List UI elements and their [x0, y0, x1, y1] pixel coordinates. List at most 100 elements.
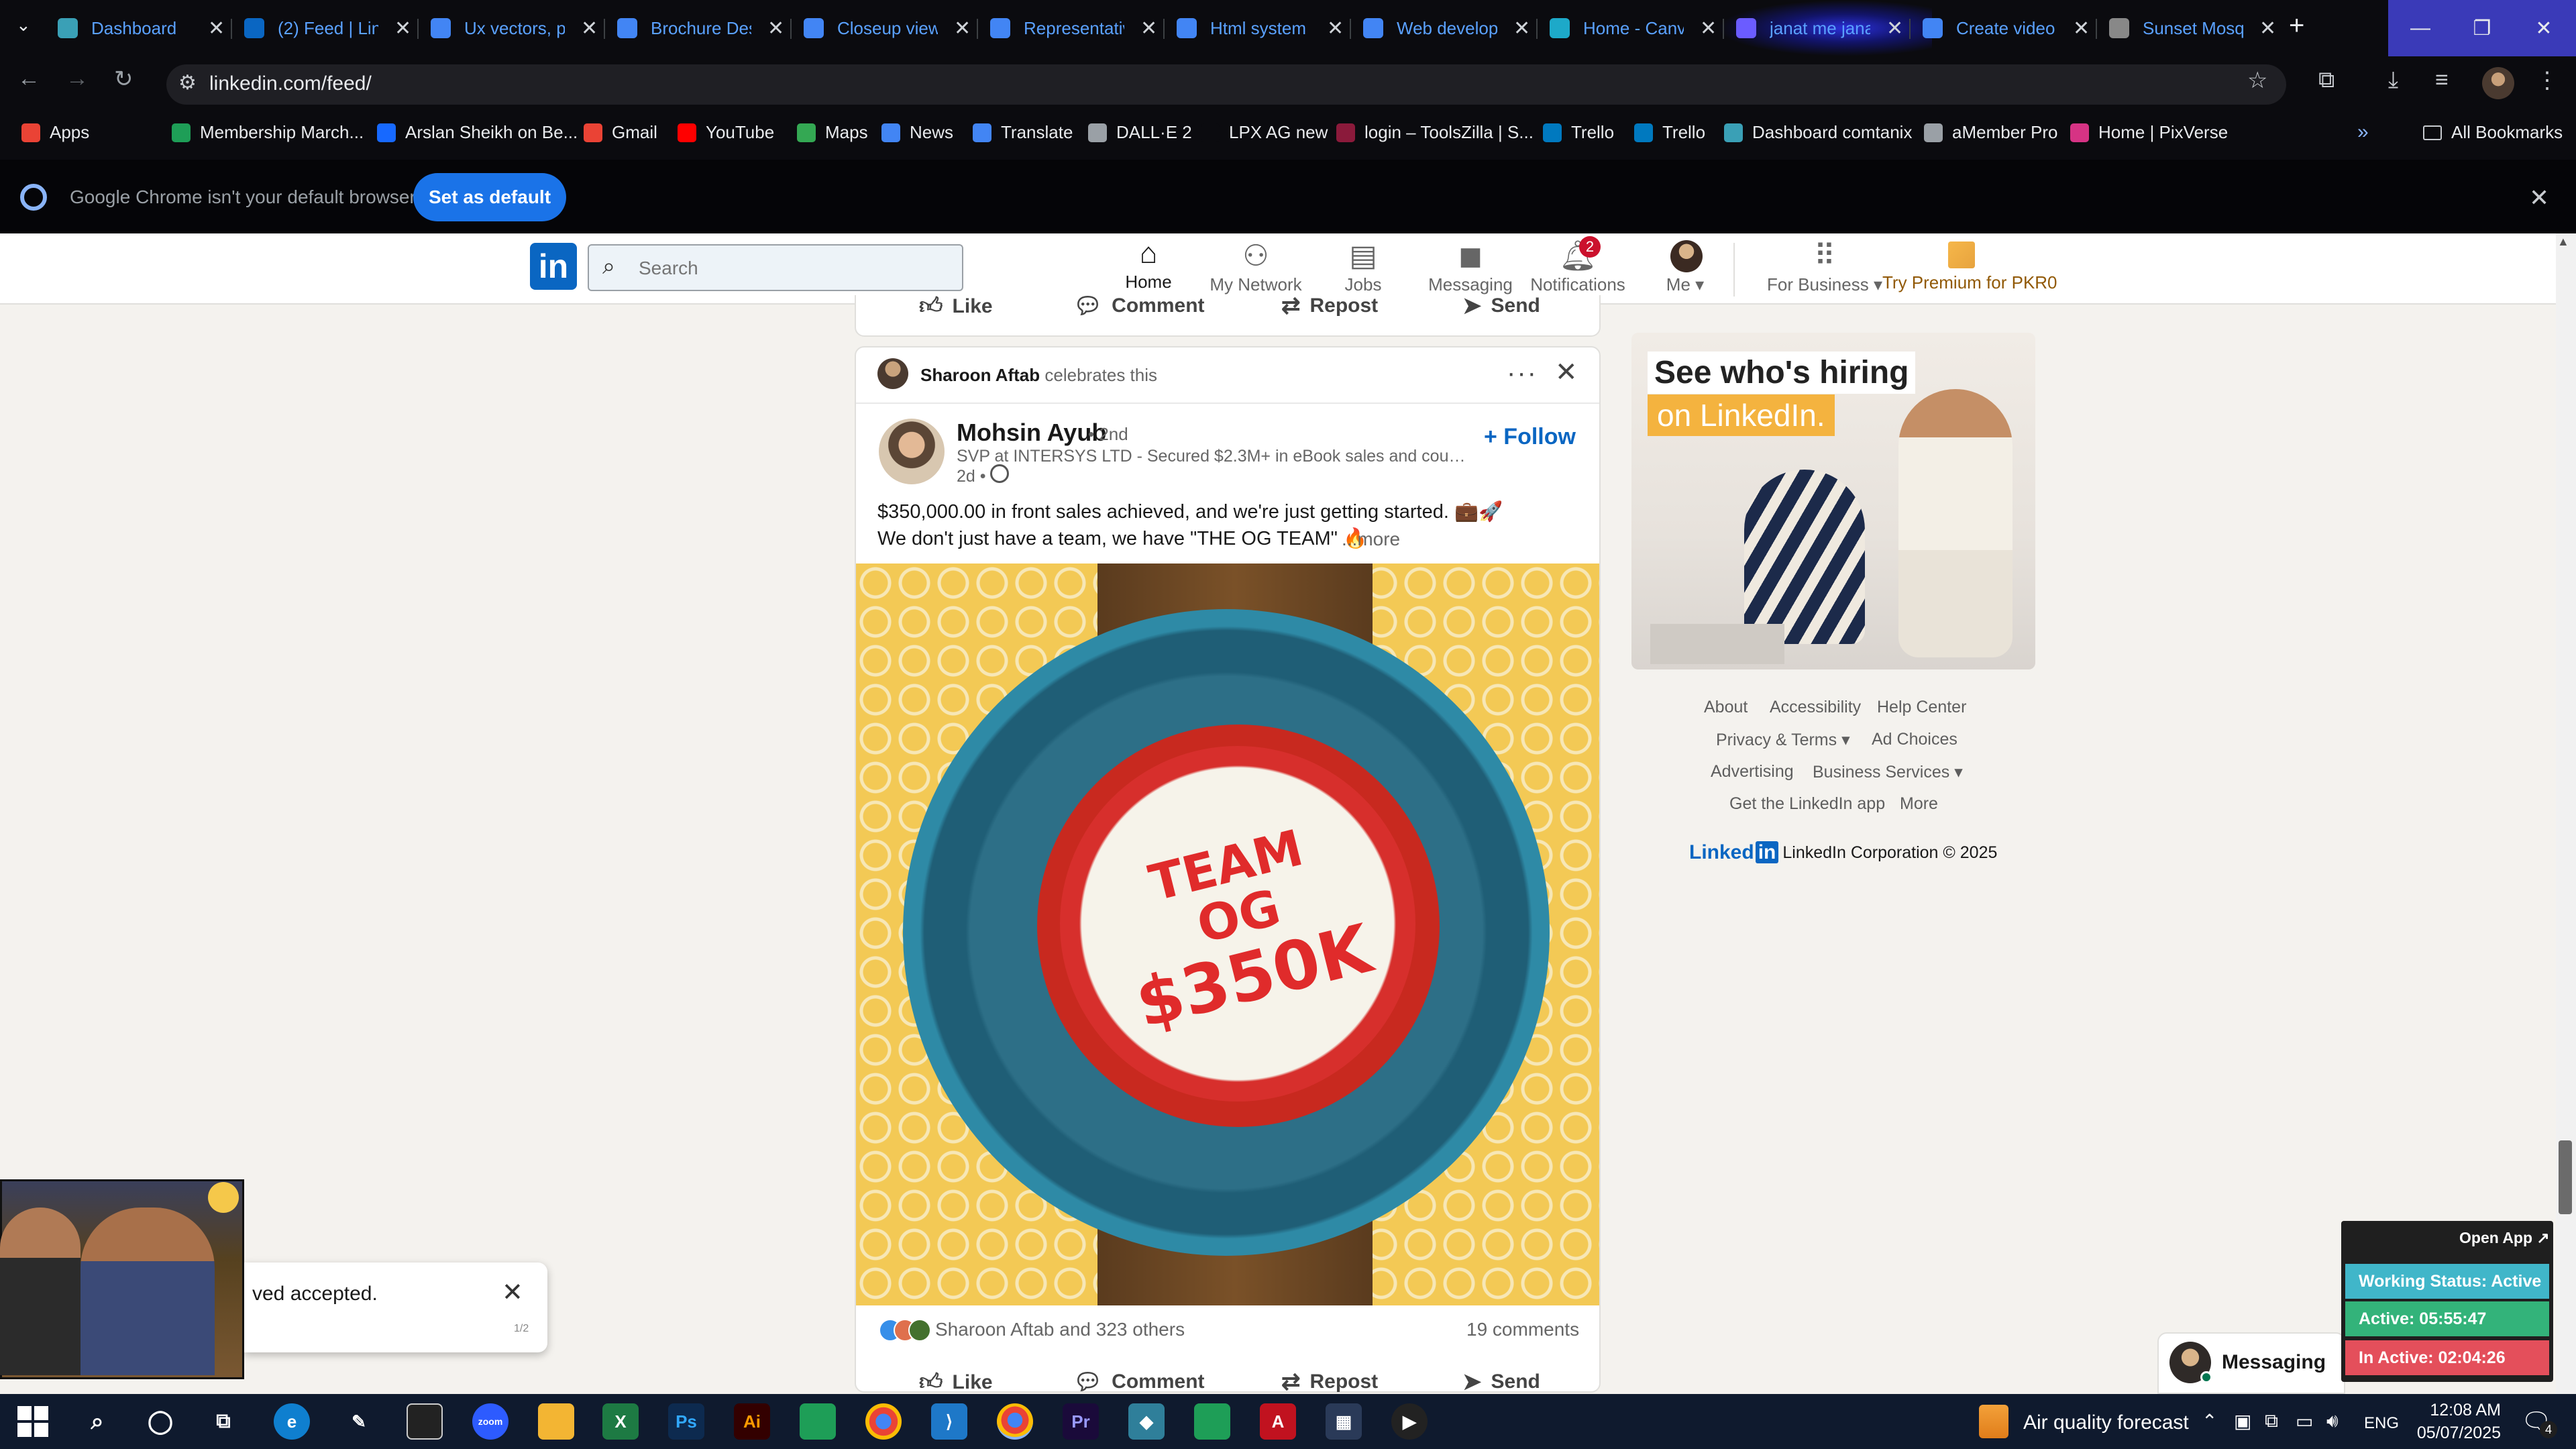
acrobat-icon[interactable]: A [1260, 1403, 1296, 1440]
bookmark-item[interactable]: Trello [1543, 122, 1614, 143]
bookmark-item[interactable]: login – ToolsZilla | S... [1336, 122, 1534, 143]
edge-icon[interactable]: e [274, 1403, 310, 1440]
remote-icon[interactable]: ⧉ [2265, 1410, 2278, 1432]
close-tab-icon[interactable]: ✕ [1513, 17, 1530, 40]
chrome-icon[interactable] [865, 1403, 902, 1440]
send-button[interactable]: ➤ Send [1462, 1368, 1540, 1395]
clock-time[interactable]: 12:08 AM [2420, 1401, 2501, 1420]
footer-advertising-link[interactable]: Advertising [1711, 762, 1794, 782]
close-icon[interactable]: ✕ [502, 1277, 523, 1307]
send-button[interactable]: ➤ Send [1462, 292, 1540, 319]
author-name[interactable]: Mohsin Ayub [957, 419, 1106, 447]
cortana-icon[interactable]: ◯ [142, 1403, 178, 1440]
browser-tab[interactable]: Closeup view ✕ [794, 7, 980, 50]
bookmark-item[interactable]: Gmail [584, 122, 657, 143]
weather-icon[interactable] [1979, 1405, 2008, 1438]
bookmark-star-icon[interactable]: ☆ [2247, 67, 2267, 94]
premium-icon[interactable] [1948, 241, 1975, 268]
premiere-icon[interactable]: Pr [1063, 1403, 1099, 1440]
close-tab-icon[interactable]: ✕ [1886, 17, 1903, 40]
excel-icon[interactable]: X [602, 1403, 639, 1440]
weather-widget[interactable]: Air quality forecast [2023, 1411, 2189, 1434]
all-bookmarks[interactable]: All Bookmarks [2423, 122, 2563, 143]
browser-tab[interactable]: (2) Feed | LinkedIn ✕ [235, 7, 421, 50]
footer-app-link[interactable]: Get the LinkedIn app [1729, 794, 1885, 814]
search-input[interactable] [639, 255, 947, 282]
terminal-icon[interactable] [407, 1403, 443, 1440]
celebrator-name[interactable]: Sharoon Aftab [920, 365, 1040, 385]
footer-privacy-link[interactable]: Privacy & Terms ▾ [1716, 730, 1850, 750]
chevron-up-icon[interactable]: ⌃ [2202, 1410, 2217, 1432]
app-icon[interactable]: ◆ [1128, 1403, 1165, 1440]
chrome-menu-icon[interactable]: ⋮ [2536, 67, 2559, 94]
search-icon[interactable]: ⌕ [79, 1403, 115, 1440]
scrollbar-thumb[interactable] [2559, 1140, 2572, 1214]
site-info-icon[interactable]: ⚙ [178, 71, 197, 95]
page-scrollbar[interactable] [2556, 233, 2576, 1394]
restore-button[interactable]: ❐ [2451, 0, 2513, 56]
follow-button[interactable]: + Follow [1484, 424, 1576, 450]
media-player-icon[interactable]: ▶ [1391, 1403, 1428, 1440]
browser-tab[interactable]: Create video ✕ [1913, 7, 2099, 50]
repost-button[interactable]: ⇄ Repost [1281, 292, 1378, 319]
browser-tab[interactable]: Ux vectors, photos ✕ [421, 7, 607, 50]
media-control-icon[interactable]: ≡ [2435, 67, 2449, 93]
new-tab-button[interactable]: + [2289, 11, 2304, 41]
footer-accessibility-link[interactable]: Accessibility [1770, 698, 1861, 717]
bookmark-item[interactable]: Home | PixVerse [2070, 122, 2228, 143]
more-bookmarks-icon[interactable]: » [2357, 121, 2369, 144]
close-icon[interactable]: ✕ [1555, 357, 1578, 388]
browser-tab[interactable]: Dashboard ✕ [48, 7, 234, 50]
bookmark-item[interactable]: Maps [797, 122, 868, 143]
bookmark-item[interactable]: Dashboard comtanix [1724, 122, 1912, 143]
back-icon[interactable]: ← [17, 66, 40, 92]
file-explorer-icon[interactable] [538, 1403, 574, 1440]
nav-for-business[interactable]: ⠿ For Business ▾ [1758, 239, 1892, 303]
close-icon[interactable]: ✕ [2529, 184, 2549, 212]
bookmark-item[interactable]: Membership March... [172, 122, 364, 143]
windows-start-icon[interactable] [17, 1406, 48, 1437]
browser-tab[interactable]: Representative ✕ [981, 7, 1167, 50]
bookmark-item[interactable]: News [881, 122, 953, 143]
more-options-icon[interactable]: ··· [1507, 358, 1538, 388]
calculator-icon[interactable]: ▦ [1326, 1403, 1362, 1440]
zoom-icon[interactable]: zoom [472, 1403, 508, 1440]
avatar[interactable] [877, 358, 908, 389]
browser-tab[interactable]: Sunset Mosque ✕ [2100, 7, 2286, 50]
bookmark-item[interactable]: Translate [973, 122, 1073, 143]
see-more-link[interactable]: ...more [1342, 529, 1400, 550]
minimize-button[interactable]: — [2390, 0, 2451, 56]
illustrator-icon[interactable]: Ai [734, 1403, 770, 1440]
like-button[interactable]: 👍︎ Like [919, 292, 993, 320]
comment-button[interactable]: 💬︎ Comment [1073, 1368, 1205, 1395]
scroll-up-icon[interactable]: ▲ [2557, 235, 2569, 249]
close-tab-icon[interactable]: ✕ [2259, 17, 2276, 40]
footer-business-link[interactable]: Business Services ▾ [1813, 762, 1963, 782]
phone-app-icon[interactable] [1194, 1403, 1230, 1440]
linkedin-logo[interactable]: in [530, 243, 577, 290]
avatar[interactable] [1670, 240, 1703, 272]
repost-button[interactable]: ⇄ Repost [1281, 1368, 1378, 1395]
bookmark-item[interactable]: Apps [21, 122, 89, 143]
browser-tab[interactable]: Html system ✕ [1167, 7, 1353, 50]
close-tab-icon[interactable]: ✕ [1140, 17, 1157, 40]
phone-app-icon[interactable] [800, 1403, 836, 1440]
reactions-count[interactable]: Sharoon Aftab and 323 others [935, 1319, 1185, 1340]
footer-adchoices-link[interactable]: Ad Choices [1872, 730, 1957, 749]
close-tab-icon[interactable]: ✕ [394, 17, 411, 40]
reload-icon[interactable]: ↻ [114, 66, 133, 93]
language-indicator[interactable]: ENG [2364, 1414, 2399, 1433]
close-tab-icon[interactable]: ✕ [208, 17, 225, 40]
extensions-icon[interactable]: ⧉ [2318, 67, 2334, 93]
downloads-icon[interactable]: ⤓ [2388, 67, 2398, 93]
footer-more-link[interactable]: More [1900, 794, 1938, 814]
meet-icon[interactable]: ▣ [2234, 1410, 2251, 1432]
profile-avatar[interactable] [2482, 67, 2514, 99]
tab-search-dropdown-icon[interactable]: ⌄ [16, 15, 31, 36]
open-app-button[interactable]: Open App ↗ [2459, 1229, 2550, 1247]
vscode-icon[interactable]: ⟩ [931, 1403, 967, 1440]
bookmark-item[interactable]: DALL·E 2 [1088, 122, 1192, 143]
author-avatar[interactable] [879, 419, 945, 484]
bookmark-item[interactable]: Arslan Sheikh on Be... [377, 122, 578, 143]
footer-help-link[interactable]: Help Center [1877, 698, 1966, 717]
